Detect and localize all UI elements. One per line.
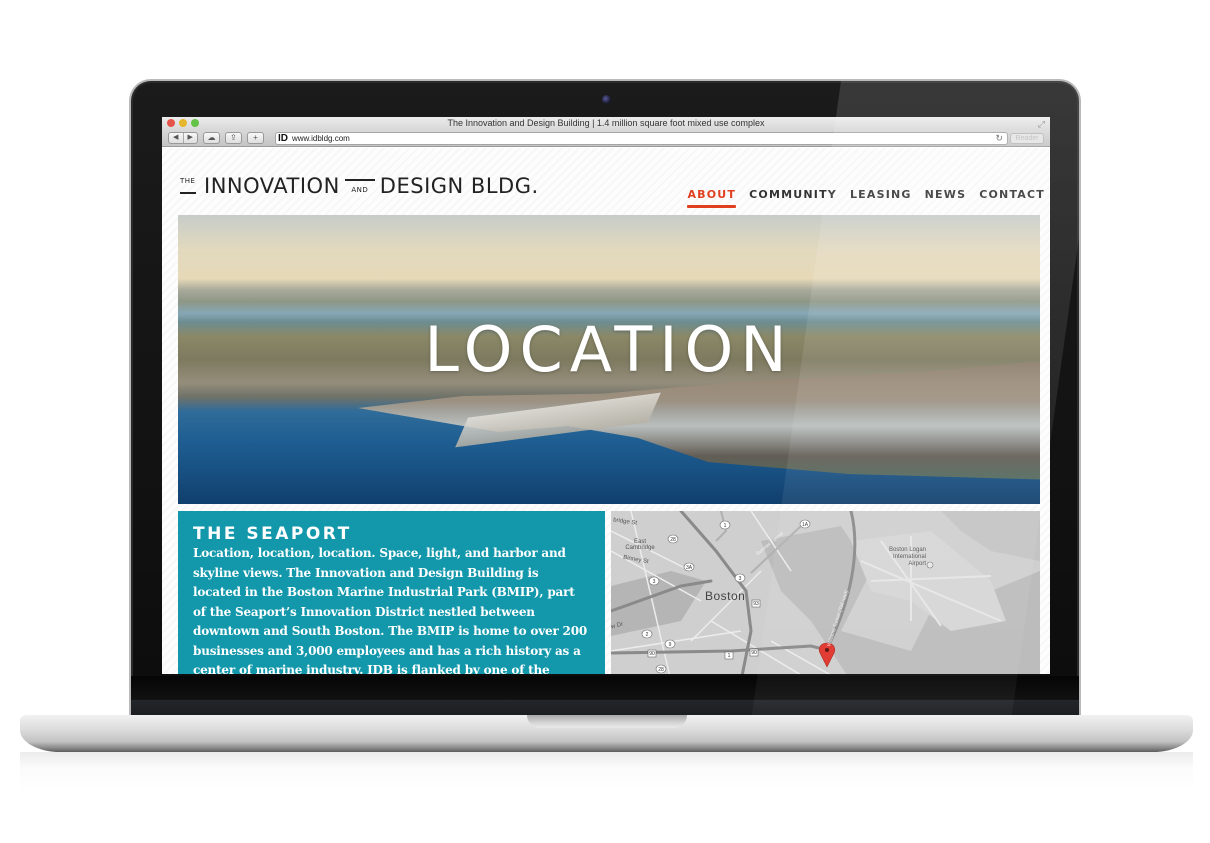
- screen-bezel-bottom: [131, 676, 1079, 717]
- route-shield: 90: [647, 649, 657, 658]
- nav-news[interactable]: NEWS: [925, 188, 967, 208]
- route-shield: 90: [749, 648, 759, 657]
- back-forward-buttons: ◀ ▶: [168, 132, 198, 144]
- svg-text:90: 90: [751, 650, 757, 656]
- map-label-east-cambridge: East Cambridge: [625, 539, 655, 551]
- route-shield: 1: [719, 520, 731, 530]
- nav-about[interactable]: ABOUT: [687, 188, 736, 208]
- logo-and: AND: [344, 175, 375, 197]
- main-nav: ABOUT COMMUNITY LEASING NEWS CONTACT: [687, 188, 1045, 208]
- laptop-lid: The Innovation and Design Building | 1.4…: [129, 79, 1081, 717]
- svg-text:3: 3: [653, 579, 656, 585]
- url-text[interactable]: www.idbldg.com: [292, 134, 350, 143]
- svg-text:2: 2: [646, 632, 649, 638]
- route-shield: 2: [641, 629, 653, 639]
- logo-design-bldg: DESIGN BLDG.: [379, 174, 539, 198]
- svg-text:3A: 3A: [686, 565, 693, 571]
- airport-icon: [926, 561, 934, 569]
- cloud-icon: ☁: [207, 133, 216, 142]
- route-shield: 1: [724, 651, 734, 660]
- svg-text:9: 9: [669, 642, 672, 648]
- map-label-boston: Boston: [705, 589, 746, 603]
- route-shield: 28: [655, 664, 667, 674]
- share-icon: ⇪: [230, 133, 237, 142]
- route-shield: 1A: [799, 519, 811, 529]
- website-page: THE INNOVATION AND DESIGN BLDG. ABOUT CO…: [162, 148, 1050, 674]
- route-shield: 3: [648, 576, 660, 586]
- window-controls: [167, 119, 199, 127]
- location-map[interactable]: 1 28 3A 3 3 93 2 9 1A 90 1 90 28 Boston …: [611, 511, 1040, 674]
- site-favicon: ID: [278, 133, 288, 144]
- add-bookmark-button[interactable]: +: [247, 132, 264, 144]
- svg-text:28: 28: [658, 667, 664, 673]
- route-shield: 9: [664, 639, 676, 649]
- laptop-base: [20, 715, 1193, 752]
- icloud-tabs-button[interactable]: ☁: [203, 132, 220, 144]
- back-button[interactable]: ◀: [169, 133, 184, 143]
- svg-text:90: 90: [649, 651, 655, 657]
- lid-opening-notch: [527, 715, 687, 728]
- address-bar[interactable]: ID www.idbldg.com ↻: [275, 132, 1008, 145]
- route-shield: 3A: [683, 562, 695, 572]
- svg-text:1: 1: [724, 523, 727, 529]
- map-graphic: 1 28 3A 3 3 93 2 9 1A 90 1 90 28: [611, 511, 1040, 674]
- nav-leasing[interactable]: LEASING: [850, 188, 912, 208]
- zoom-window-button[interactable]: [191, 119, 199, 127]
- forward-button[interactable]: ▶: [184, 133, 198, 143]
- share-button[interactable]: ⇪: [225, 132, 242, 144]
- route-shield: 93: [751, 599, 761, 608]
- seaport-section: THE SEAPORT Location, location, location…: [178, 511, 605, 674]
- svg-text:28: 28: [670, 537, 676, 543]
- nav-community[interactable]: COMMUNITY: [749, 188, 837, 208]
- laptop-reflection: [20, 752, 1193, 792]
- logo-the: THE: [180, 177, 198, 197]
- svg-text:1A: 1A: [802, 522, 809, 528]
- hero-banner: LOCATION: [178, 215, 1040, 504]
- logo-innovation: INNOVATION: [204, 174, 340, 198]
- nav-contact[interactable]: CONTACT: [979, 188, 1045, 208]
- minimize-window-button[interactable]: [179, 119, 187, 127]
- browser-toolbar: ◀ ▶ ☁ ⇪ + ID www.idbldg.com ↻ Reader: [162, 130, 1050, 147]
- seaport-heading: THE SEAPORT: [193, 524, 352, 544]
- map-label-airport: Boston Logan International Airport: [888, 547, 926, 567]
- svg-text:3: 3: [739, 576, 742, 582]
- browser-window: The Innovation and Design Building | 1.4…: [162, 117, 1050, 674]
- seaport-body: Location, location, location. Space, lig…: [193, 546, 587, 674]
- route-shield: 3: [734, 573, 746, 583]
- plus-icon: +: [253, 133, 258, 142]
- camera-icon: [602, 95, 611, 104]
- window-title: The Innovation and Design Building | 1.4…: [447, 118, 765, 128]
- site-logo[interactable]: THE INNOVATION AND DESIGN BLDG.: [180, 175, 539, 197]
- route-shield: 28: [667, 534, 679, 544]
- hero-title: LOCATION: [424, 313, 794, 386]
- svg-text:93: 93: [753, 601, 759, 607]
- close-window-button[interactable]: [167, 119, 175, 127]
- reload-icon[interactable]: ↻: [995, 133, 1003, 144]
- svg-text:1: 1: [728, 653, 731, 659]
- window-titlebar: The Innovation and Design Building | 1.4…: [162, 117, 1050, 130]
- reader-button[interactable]: Reader: [1010, 133, 1044, 144]
